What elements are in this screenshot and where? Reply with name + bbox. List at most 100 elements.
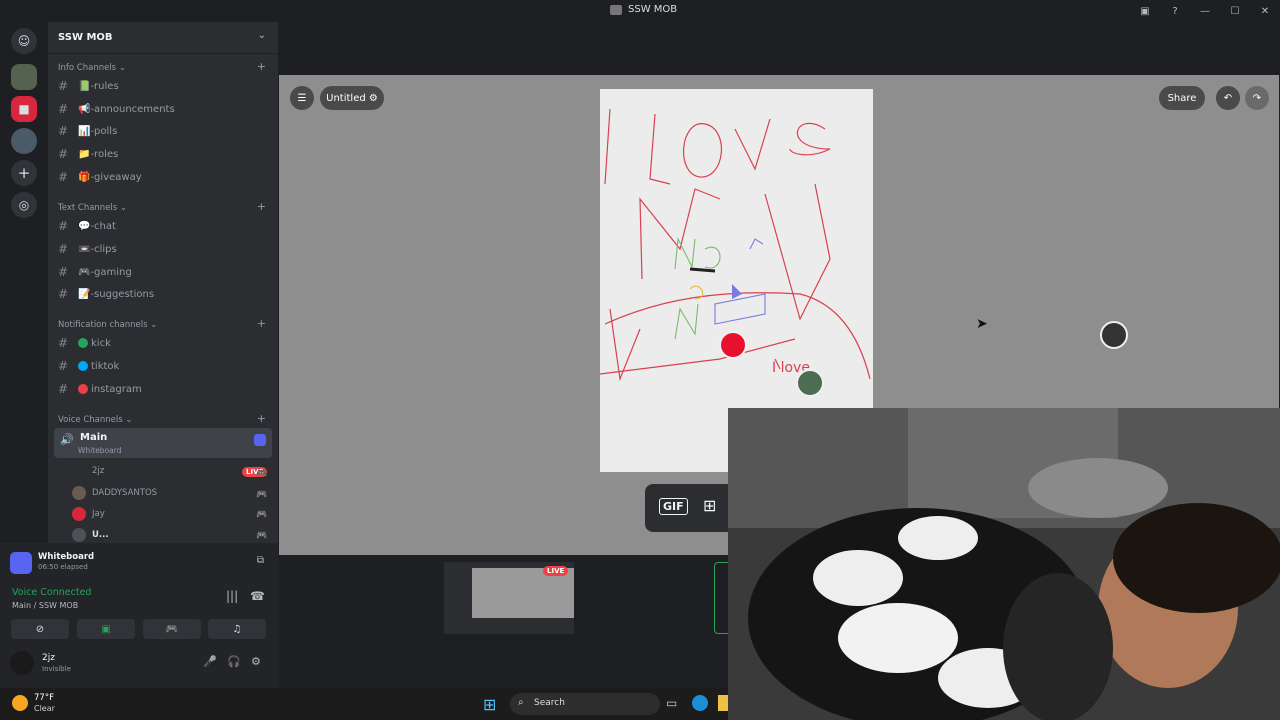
- channel-suggestions[interactable]: # 📝-suggestions: [58, 284, 154, 304]
- chevron-down-icon: ⌄: [257, 30, 266, 41]
- avatar: [72, 464, 86, 478]
- voice-user[interactable]: U...: [72, 526, 109, 544]
- soundboard-icon: ♫: [232, 623, 242, 635]
- document-title-button[interactable]: Untitled ⚙: [320, 86, 384, 110]
- channel-kick[interactable]: # kick: [58, 333, 111, 353]
- webcam-overlay: [728, 408, 1280, 720]
- edge-icon[interactable]: [692, 695, 708, 711]
- media-toolbar: GIF ⊞: [645, 484, 735, 532]
- title-bar: SSW MOB ▣ ? — ☐ ✕: [0, 0, 1280, 22]
- hash-icon: #: [58, 79, 69, 93]
- red-circle-icon: [78, 384, 88, 394]
- server-ssw-mob-icon[interactable]: [11, 64, 37, 90]
- hash-icon: #: [58, 287, 69, 301]
- disconnect-icon[interactable]: ☎: [250, 589, 265, 603]
- channel-instagram[interactable]: # instagram: [58, 379, 142, 399]
- channel-polls[interactable]: # 📊-polls: [58, 121, 117, 141]
- microphone-icon[interactable]: 🎤: [203, 655, 217, 668]
- voice-user[interactable]: Jay: [72, 505, 105, 523]
- server-avatar-icon[interactable]: [11, 128, 37, 154]
- file-explorer-icon[interactable]: [718, 695, 728, 711]
- add-channel-icon[interactable]: +: [257, 317, 266, 330]
- game-controller-icon: 🎮: [256, 490, 268, 500]
- hash-icon: #: [58, 170, 69, 184]
- participant-cursor-avatar: [1100, 321, 1128, 349]
- avatar: [72, 486, 86, 500]
- whiteboard-icon: [10, 552, 32, 574]
- hash-icon: #: [58, 382, 69, 396]
- game-controller-icon: 🎮: [256, 510, 268, 520]
- popout-icon[interactable]: ⧉: [257, 555, 264, 566]
- windows-start-icon[interactable]: ⊞: [483, 695, 496, 714]
- hash-icon: #: [58, 102, 69, 116]
- category-text[interactable]: Text Channels ⌄: [58, 203, 127, 213]
- activity-card[interactable]: Whiteboard 06:50 elapsed ⧉: [8, 549, 270, 577]
- menu-button[interactable]: ☰: [290, 86, 314, 110]
- help-icon[interactable]: ?: [1160, 6, 1190, 17]
- voice-user[interactable]: 2jz: [72, 462, 104, 480]
- taskbar-search[interactable]: ⌕ Search: [510, 693, 660, 715]
- game-controller-icon: 🎮: [256, 531, 268, 541]
- task-view-icon[interactable]: ▭: [666, 696, 677, 710]
- activity-icon[interactable]: [254, 434, 266, 446]
- game-controller-icon: 🎮: [256, 469, 268, 479]
- hamburger-icon: ☰: [297, 92, 307, 104]
- hash-icon: #: [58, 336, 69, 350]
- undo-icon: ↶: [1223, 92, 1233, 104]
- category-voice[interactable]: Voice Channels ⌄: [58, 415, 132, 425]
- category-info[interactable]: Info Channels ⌄: [58, 63, 126, 73]
- window-title: SSW MOB: [610, 4, 677, 15]
- close-icon[interactable]: ✕: [1250, 6, 1280, 17]
- live-badge: LIVE: [543, 566, 569, 576]
- voice-room[interactable]: Main / SSW MOB: [12, 601, 78, 610]
- add-image-icon[interactable]: ⊞: [703, 496, 716, 515]
- voice-status[interactable]: Voice Connected: [12, 587, 91, 598]
- participant-tile[interactable]: [714, 562, 728, 634]
- stream-thumbnail[interactable]: LIVE: [444, 562, 574, 634]
- maximize-icon[interactable]: ☐: [1220, 6, 1250, 17]
- noise-suppression-icon[interactable]: |||: [226, 589, 238, 603]
- hash-icon: #: [58, 265, 69, 279]
- activity-button[interactable]: 🎮: [143, 619, 201, 639]
- channel-giveaway[interactable]: # 🎁-giveaway: [58, 167, 142, 187]
- rocket-icon: 🎮: [165, 623, 179, 635]
- channel-chat[interactable]: # 💬-chat: [58, 216, 116, 236]
- user-panel: Whiteboard 06:50 elapsed ⧉ Voice Connect…: [0, 543, 278, 688]
- share-button[interactable]: Share: [1159, 86, 1205, 110]
- hash-icon: #: [58, 147, 69, 161]
- soundboard-button[interactable]: ♫: [208, 619, 266, 639]
- gear-icon[interactable]: ⚙: [251, 655, 261, 668]
- minimize-icon[interactable]: —: [1190, 6, 1220, 17]
- camera-off-button[interactable]: ⊘: [11, 619, 69, 639]
- channel-gaming[interactable]: # 🎮-gaming: [58, 262, 132, 282]
- redo-button[interactable]: ↷: [1245, 86, 1269, 110]
- add-channel-icon[interactable]: +: [257, 412, 266, 425]
- voice-channel-main[interactable]: 🔊 Main Whiteboard: [54, 428, 272, 458]
- undo-button[interactable]: ↶: [1216, 86, 1240, 110]
- add-server-icon[interactable]: +: [11, 160, 37, 186]
- gif-button[interactable]: GIF: [659, 498, 688, 515]
- hash-icon: #: [58, 242, 69, 256]
- category-notification[interactable]: Notification channels ⌄: [58, 320, 157, 330]
- avatar: [10, 651, 34, 675]
- channel-announcements[interactable]: # 📢-announcements: [58, 99, 175, 119]
- guild-header[interactable]: SSW MOB ⌄: [48, 22, 278, 54]
- add-channel-icon[interactable]: +: [257, 200, 266, 213]
- channel-clips[interactable]: # 📼-clips: [58, 239, 117, 259]
- hash-icon: #: [58, 219, 69, 233]
- camera-off-icon: ⊘: [35, 623, 45, 635]
- inbox-icon[interactable]: ▣: [1130, 6, 1160, 17]
- server-red-icon[interactable]: ■: [11, 96, 37, 122]
- discover-icon[interactable]: ◎: [11, 192, 37, 218]
- headphones-icon[interactable]: 🎧: [227, 655, 241, 668]
- voice-user[interactable]: DADDYSANTOS: [72, 484, 157, 502]
- discord-home-icon[interactable]: ☺: [11, 28, 37, 54]
- add-channel-icon[interactable]: +: [257, 60, 266, 73]
- server-icon: [610, 4, 622, 15]
- channel-tiktok[interactable]: # tiktok: [58, 356, 119, 376]
- screen-share-button[interactable]: ▣: [77, 619, 135, 639]
- windows-taskbar: 77°F Clear ⊞ ⌕ Search ▭: [0, 688, 728, 720]
- guild-name: SSW MOB: [58, 32, 113, 43]
- channel-roles[interactable]: # 📁-roles: [58, 144, 118, 164]
- channel-rules[interactable]: # 📗-rules: [58, 76, 119, 96]
